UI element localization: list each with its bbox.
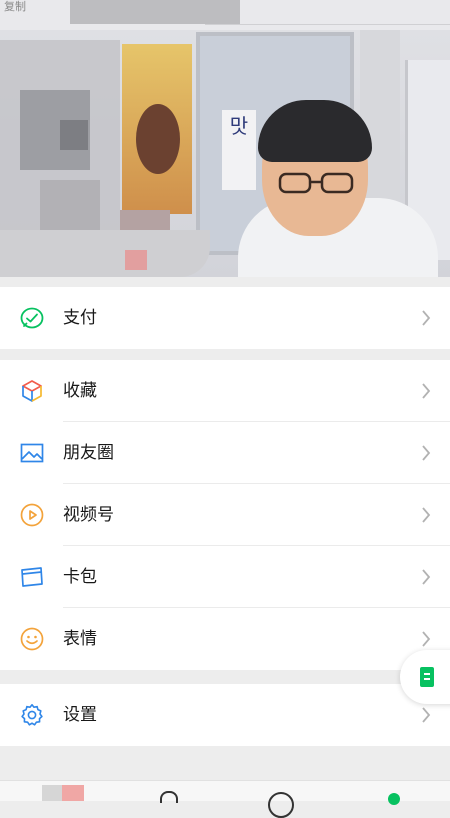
chevron-right-icon (422, 631, 431, 647)
photo-bowl (136, 104, 180, 174)
pixelated-avatar-block (40, 180, 100, 230)
chevron-right-icon (422, 445, 431, 461)
menu-item-label: 视频号 (63, 505, 114, 525)
tab-chats-avatar-badge (62, 785, 84, 801)
top-left-tip: 复制 (4, 0, 26, 13)
moments-picture-icon (20, 443, 44, 463)
pixelated-avatar-block (0, 230, 210, 277)
menu-item-settings[interactable]: 设置 (0, 684, 450, 746)
profile-cover-photo[interactable]: 复制 맛 (0, 0, 450, 277)
settings-group: 设置 (0, 684, 450, 746)
bottom-tab-bar (0, 780, 450, 818)
menu-item-label: 朋友圈 (63, 443, 114, 463)
menu-item-label: 表情 (63, 629, 97, 649)
gear-icon (21, 704, 43, 726)
floating-document-button[interactable] (400, 650, 450, 704)
compass-icon[interactable] (268, 792, 294, 818)
pay-group: 支付 (0, 287, 450, 349)
tab-chats-avatar[interactable] (42, 785, 62, 801)
top-divider (205, 24, 450, 25)
menu-item-stickers[interactable]: 表情 (0, 608, 450, 670)
channels-play-icon (20, 503, 44, 527)
menu-item-label: 设置 (63, 705, 97, 725)
menu-item-moments[interactable]: 朋友圈 (0, 422, 450, 484)
pixelated-name-block (70, 0, 240, 24)
chevron-right-icon (422, 507, 431, 523)
chevron-right-icon (422, 569, 431, 585)
card-wallet-icon (21, 567, 43, 587)
photo-sign: 맛 (222, 110, 256, 190)
menu-item-label: 收藏 (63, 381, 97, 401)
chevron-right-icon (422, 383, 431, 399)
menu-item-label: 支付 (63, 308, 97, 328)
chevron-right-icon (422, 707, 431, 723)
menu-item-cards[interactable]: 卡包 (0, 546, 450, 608)
chevron-right-icon (422, 310, 431, 326)
me-icon[interactable] (388, 793, 400, 805)
smiley-icon (20, 627, 44, 651)
menu-item-favorites[interactable]: 收藏 (0, 360, 450, 422)
document-icon (420, 667, 434, 687)
menu-item-label: 卡包 (63, 567, 97, 587)
menu-item-channels[interactable]: 视频号 (0, 484, 450, 546)
pixelated-avatar-block (60, 120, 88, 150)
photo-person-glasses (278, 172, 354, 194)
contacts-icon[interactable] (160, 791, 178, 803)
wechat-pay-icon (20, 307, 44, 329)
favorites-cube-icon (22, 380, 42, 402)
menu-item-pay[interactable]: 支付 (0, 287, 450, 349)
features-group: 收藏 朋友圈 视频号 卡包 表情 (0, 360, 450, 670)
photo-poster (122, 44, 192, 214)
pixelated-avatar-block (125, 250, 147, 270)
